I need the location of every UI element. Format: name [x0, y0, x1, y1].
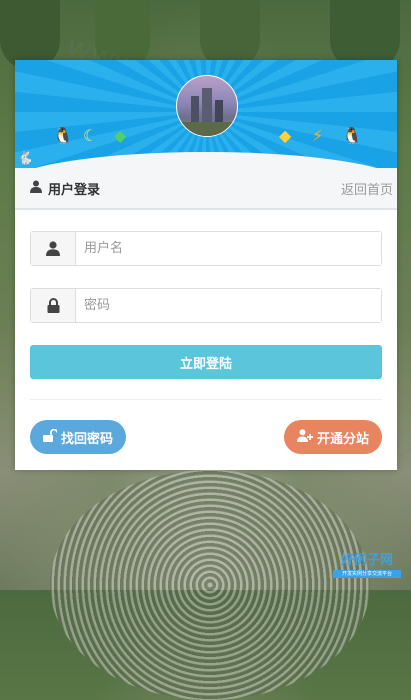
recover-password-label: 找回密码 — [61, 431, 114, 447]
page-title-label: 用户登录 — [48, 182, 101, 198]
qq-penguin-icon: 🐧 — [342, 126, 362, 145]
user-icon — [31, 232, 76, 265]
logo-title: 好例子网 — [340, 553, 393, 568]
login-form: 立即登陆 找回密码 开通分站 — [15, 210, 397, 454]
username-field — [30, 231, 382, 266]
yellow-z-diamond-icon: ◆ — [279, 126, 292, 145]
lock-icon — [31, 289, 76, 322]
logo-subtitle: 开发实例分享交流平台 — [333, 570, 401, 578]
login-header: 用户登录 返回首页 — [15, 168, 397, 210]
lightning-diamond-icon: ⚡ — [312, 126, 324, 145]
qq-penguin-icon: 🐧 — [53, 126, 73, 145]
open-substation-button[interactable]: 开通分站 — [283, 420, 382, 454]
recover-password-button[interactable]: 找回密码 — [30, 420, 127, 454]
banner-hill — [15, 152, 397, 168]
login-panel: 🐧 ☾ ◆ ◆ ⚡ 🐧 🐇 用户登录 返回首页 立即登陆 — [15, 60, 397, 470]
rabbit-icon: 🐇 — [17, 151, 34, 166]
secondary-actions: 找回密码 开通分站 — [30, 420, 382, 454]
divider — [30, 399, 382, 400]
back-home-link[interactable]: 返回首页 — [341, 179, 397, 198]
site-logo: 好例子网 开发实例分享交流平台 — [333, 554, 401, 580]
unlock-icon — [43, 428, 58, 446]
password-input[interactable] — [76, 289, 381, 322]
add-user-icon — [296, 428, 313, 446]
login-banner: 🐧 ☾ ◆ ◆ ⚡ 🐧 🐇 — [15, 60, 397, 168]
page-title: 用户登录 — [30, 179, 100, 198]
username-input[interactable] — [76, 232, 381, 265]
user-icon — [30, 180, 42, 197]
avatar — [176, 75, 238, 137]
green-diamond-icon: ◆ — [114, 126, 127, 145]
open-substation-label: 开通分站 — [316, 431, 369, 447]
password-field — [30, 288, 382, 323]
login-button[interactable]: 立即登陆 — [30, 345, 382, 379]
moon-icon: ☾ — [83, 126, 98, 145]
